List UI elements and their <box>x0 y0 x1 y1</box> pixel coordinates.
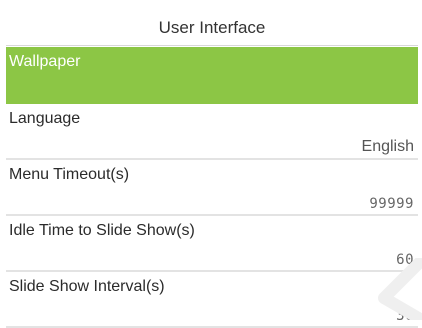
menu-item-value: English <box>361 138 414 155</box>
menu-item-label: Wallpaper <box>9 53 81 70</box>
page-title: User Interface <box>6 11 418 46</box>
menu-item-value: 99999 <box>369 196 414 212</box>
menu-item-label: Language <box>9 110 81 127</box>
menu-item-label: Menu Timeout(s) <box>9 166 130 183</box>
menu-item-language[interactable]: Language English <box>6 104 418 160</box>
settings-menu: Wallpaper Language English Menu Timeout(… <box>6 47 418 328</box>
menu-item-label: Slide Show Interval(s) <box>9 278 165 295</box>
menu-item-label: Idle Time to Slide Show(s) <box>9 222 195 239</box>
menu-item-value: 60 <box>396 252 414 268</box>
menu-item-menu-timeout[interactable]: Menu Timeout(s) 99999 <box>6 160 418 216</box>
menu-item-idle-time[interactable]: Idle Time to Slide Show(s) 60 <box>6 216 418 272</box>
menu-item-value: 30 <box>396 308 414 324</box>
menu-item-slide-show-interval[interactable]: Slide Show Interval(s) 30 <box>6 272 418 328</box>
menu-item-wallpaper[interactable]: Wallpaper <box>6 47 418 104</box>
user-interface-screen: User Interface Wallpaper Language Englis… <box>0 0 422 328</box>
